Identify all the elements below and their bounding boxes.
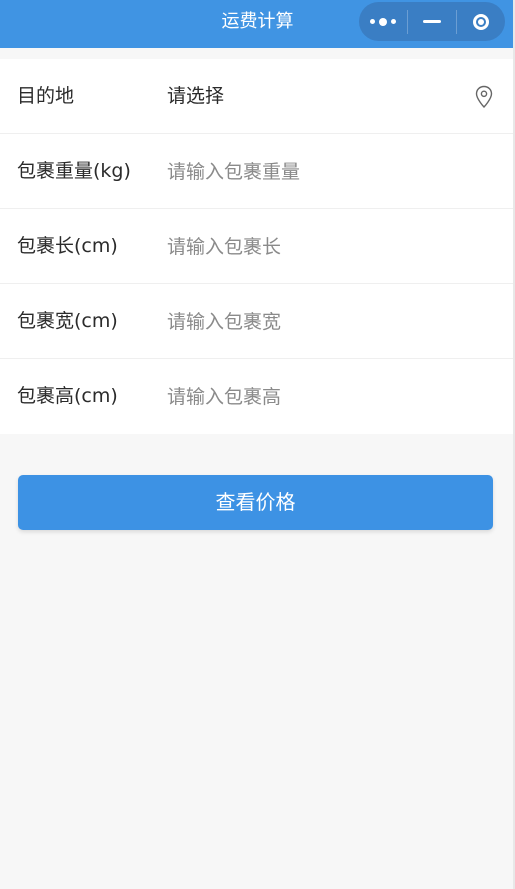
height-row: 包裹高(cm) <box>0 359 513 434</box>
height-label: 包裹高(cm) <box>17 385 118 407</box>
width-label: 包裹宽(cm) <box>17 310 118 332</box>
length-label: 包裹长(cm) <box>17 235 118 257</box>
minimize-button[interactable] <box>408 2 456 41</box>
more-button[interactable] <box>359 2 407 41</box>
length-input[interactable] <box>167 227 487 267</box>
close-button[interactable] <box>457 2 505 41</box>
more-dots-icon <box>370 17 396 26</box>
height-input[interactable] <box>167 377 487 417</box>
length-row: 包裹长(cm) <box>0 209 513 284</box>
destination-row[interactable]: 目的地 请选择 <box>0 59 513 134</box>
location-pin-icon[interactable] <box>474 85 494 109</box>
target-circle-icon <box>473 13 489 30</box>
weight-label: 包裹重量(kg) <box>17 160 131 182</box>
check-price-button[interactable]: 查看价格 <box>18 475 493 530</box>
destination-picker[interactable]: 请选择 <box>167 59 224 134</box>
weight-row: 包裹重量(kg) <box>0 134 513 209</box>
weight-input[interactable] <box>167 152 487 192</box>
shipping-form: 目的地 请选择 包裹重量(kg) 包裹长(cm) 包裹宽(cm) 包裹高(cm) <box>0 59 513 434</box>
width-row: 包裹宽(cm) <box>0 284 513 359</box>
navigation-bar: 运费计算 <box>0 0 515 48</box>
width-input[interactable] <box>167 302 487 342</box>
minimize-icon <box>423 20 441 23</box>
capsule-menu <box>359 2 505 41</box>
destination-label: 目的地 <box>17 85 75 107</box>
